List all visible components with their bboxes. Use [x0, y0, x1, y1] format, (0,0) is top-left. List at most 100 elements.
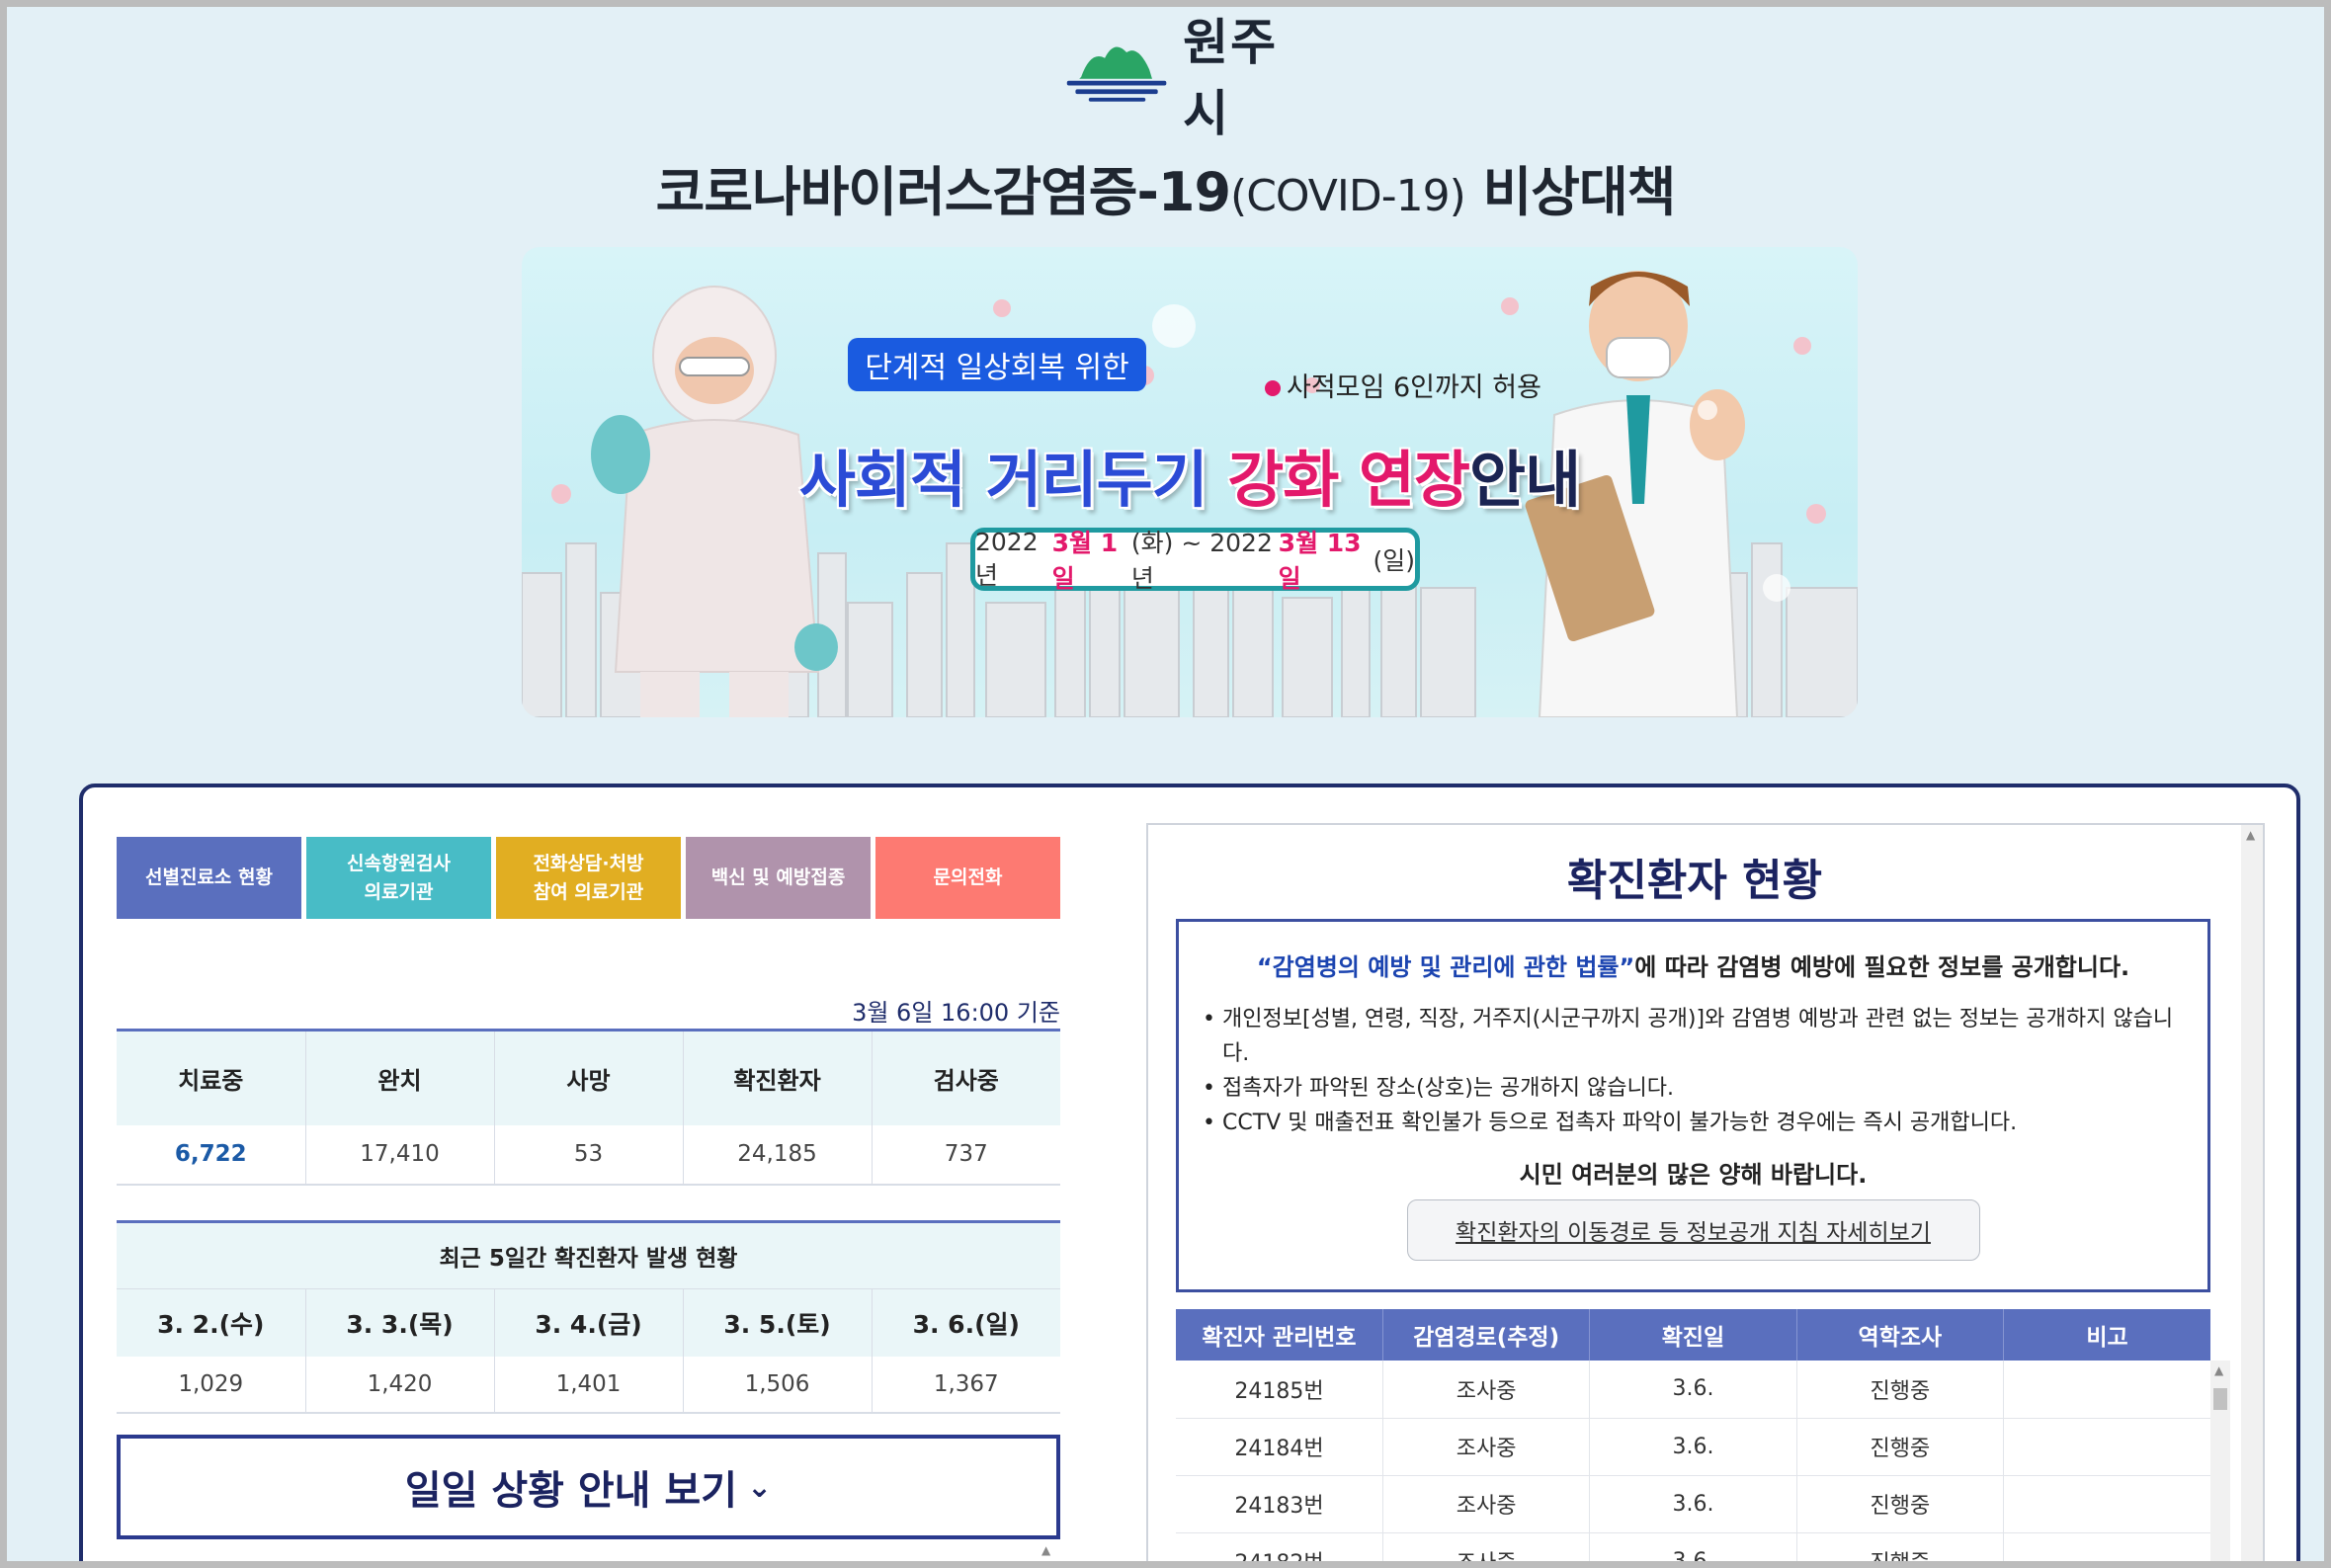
recent-value: 1,401: [494, 1356, 684, 1414]
header-in-treatment: 치료중: [117, 1030, 306, 1125]
pink-dot-icon: [1265, 380, 1281, 396]
header-recovered: 완치: [305, 1030, 495, 1125]
col-confirm-date: 확진일: [1589, 1309, 1797, 1361]
notice-item: CCTV 및 매출전표 확인불가 등으로 접촉자 파악이 불가능한 경우에는 즉…: [1203, 1106, 2184, 1140]
banner-dates: 2022년 3월 1일 (화) ~ 2022년 3월 13일 (일): [970, 527, 1420, 593]
headline-part-1: 사회적 거리두기: [798, 444, 1228, 516]
tab-phone-consult[interactable]: 전화상담·처방참여 의료기관: [496, 837, 681, 919]
notice-heading-rest: 에 따라 감염병 예방에 필요한 정보를 공개합니다.: [1634, 953, 2130, 981]
disclosure-notice: “감염병의 예방 및 관리에 관한 법률”에 따라 감염병 예방에 필요한 정보…: [1176, 919, 2210, 1292]
recent-date: 3. 2.(수): [117, 1288, 306, 1357]
col-infection-route: 감염경로(추정): [1382, 1309, 1591, 1361]
header-deaths: 사망: [494, 1030, 684, 1125]
table-row: 24182번 조사중 3.6. 진행중: [1176, 1532, 2210, 1568]
scroll-up-arrow-icon[interactable]: ▲: [1041, 1543, 1050, 1557]
date-part-3: (화) ~ 2022년: [1130, 529, 1273, 593]
tab-rapid-antigen[interactable]: 신속항원검사 의료기관: [306, 837, 491, 919]
case-epi: 진행중: [1796, 1418, 2005, 1476]
date-part-5: (일): [1373, 546, 1415, 575]
scroll-up-arrow-icon[interactable]: ▲: [2246, 828, 2255, 842]
case-number: 24184번: [1176, 1418, 1383, 1476]
recent-value: 1,367: [872, 1356, 1060, 1414]
recent-date: 3. 4.(금): [494, 1288, 684, 1357]
page-title: 코로나바이러스감염증-19(COVID-19) 비상대책: [0, 148, 2331, 226]
tab-screening-clinics[interactable]: 선별진료소 현황: [117, 837, 301, 919]
status-basis-time: 3월 6일 16:00 기준: [852, 999, 1060, 1027]
banner-note: 사적모임 6인까지 허용: [1265, 366, 1541, 404]
recent-caption: 최근 5일간 확진환자 발생 현황: [117, 1221, 1060, 1289]
title-main-2: 비상대책: [1464, 161, 1677, 223]
right-box-scrollbar[interactable]: [2241, 825, 2263, 1568]
header-confirmed: 확진환자: [683, 1030, 873, 1125]
quick-tabs: 선별진료소 현황 신속항원검사 의료기관 전화상담·처방참여 의료기관 백신 및 …: [117, 837, 1060, 919]
tab-label-line2: 참여 의료기관: [533, 880, 644, 903]
wonju-logo-icon: [1066, 46, 1167, 102]
value-recovered: 17,410: [305, 1124, 495, 1186]
title-sub: (COVID-19): [1230, 171, 1466, 221]
recent-date: 3. 3.(목): [305, 1288, 495, 1357]
col-remarks: 비고: [2003, 1309, 2210, 1361]
cases-table: 24185번 조사중 3.6. 진행중 24184번 조사중 3.6. 진행중 …: [1176, 1361, 2210, 1568]
value-confirmed: 24,185: [683, 1124, 873, 1186]
scroll-up-arrow-icon[interactable]: ▲: [2214, 1363, 2223, 1377]
header-testing: 검사중: [872, 1030, 1060, 1125]
tab-contact-phone[interactable]: 문의전화: [875, 837, 1060, 919]
value-deaths: 53: [494, 1124, 684, 1186]
recent-date: 3. 6.(일): [872, 1288, 1060, 1357]
tab-label-line2: 의료기관: [364, 880, 434, 903]
chevron-down-icon: ⌄: [747, 1469, 773, 1505]
recent-cases-table: 최근 5일간 확진환자 발생 현황 3. 2.(수) 3. 3.(목) 3. 4…: [117, 1220, 1060, 1414]
daily-status-button[interactable]: 일일 상황 안내 보기 ⌄: [117, 1435, 1060, 1539]
cases-table-header: 확진자 관리번호 감염경로(추정) 확진일 역학조사 비고: [1176, 1309, 2210, 1361]
date-part-2: 3월 1일: [1051, 529, 1119, 593]
banner-headline: 사회적 거리두기 강화 연장안내: [522, 430, 1858, 519]
cases-scrollbar-thumb[interactable]: [2213, 1388, 2227, 1410]
case-date: 3.6.: [1589, 1532, 1797, 1568]
notice-item: 접촉자가 파악된 장소(상호)는 공개하지 않습니다.: [1203, 1071, 2184, 1106]
case-route: 조사중: [1382, 1475, 1591, 1533]
table-row: 24185번 조사중 3.6. 진행중: [1176, 1361, 2210, 1419]
case-epi: 진행중: [1796, 1361, 2005, 1419]
title-main: 코로나바이러스감염증-19: [655, 161, 1231, 223]
case-route: 조사중: [1382, 1361, 1591, 1419]
distancing-banner[interactable]: 단계적 일상회복 위한 사적모임 6인까지 허용 사회적 거리두기 강화 연장안…: [522, 247, 1858, 717]
col-case-number: 확진자 관리번호: [1176, 1309, 1383, 1361]
recent-value: 1,029: [117, 1356, 306, 1414]
notice-heading: “감염병의 예방 및 관리에 관한 법률”에 따라 감염병 예방에 필요한 정보…: [1203, 948, 2184, 982]
case-number: 24182번: [1176, 1532, 1383, 1568]
case-route: 조사중: [1382, 1532, 1591, 1568]
recent-date: 3. 5.(토): [683, 1288, 873, 1357]
date-part-1: 2022년: [975, 527, 1039, 590]
case-epi: 진행중: [1796, 1475, 2005, 1533]
notice-list: 개인정보[성별, 연령, 직장, 거주지(시군구까지 공개)]와 감염병 예방과…: [1203, 1002, 2184, 1140]
tab-vaccination[interactable]: 백신 및 예방접종: [686, 837, 871, 919]
headline-part-3: 안내: [1469, 444, 1581, 516]
col-epidemiology: 역학조사: [1796, 1309, 2005, 1361]
case-route: 조사중: [1382, 1418, 1591, 1476]
table-row: 24184번 조사중 3.6. 진행중: [1176, 1418, 2210, 1476]
tab-label: 백신 및 예방접종: [710, 867, 846, 889]
disclosure-guide-button[interactable]: 확진환자의 이동경로 등 정보공개 지침 자세히보기: [1406, 1199, 1980, 1261]
tab-label: 문의전화: [933, 867, 1003, 889]
case-epi: 진행중: [1796, 1532, 2005, 1568]
case-remark: [2003, 1418, 2210, 1476]
cases-table-scroll-area[interactable]: 24185번 조사중 3.6. 진행중 24184번 조사중 3.6. 진행중 …: [1176, 1361, 2210, 1568]
notice-item: 개인정보[성별, 연령, 직장, 거주지(시군구까지 공개)]와 감염병 예방과…: [1203, 1002, 2184, 1071]
recent-value: 1,420: [305, 1356, 495, 1414]
tab-label: 전화상담·처방: [533, 853, 644, 874]
site-logo[interactable]: 원주시: [1062, 14, 1319, 142]
case-date: 3.6.: [1589, 1361, 1797, 1419]
case-remark: [2003, 1361, 2210, 1419]
confirmed-cases-title: 확진환자 현황: [1566, 856, 1823, 906]
case-number: 24183번: [1176, 1475, 1383, 1533]
value-in-treatment: 6,722: [117, 1124, 306, 1186]
banner-badge: 단계적 일상회복 위한: [848, 338, 1146, 391]
case-date: 3.6.: [1589, 1475, 1797, 1533]
case-date: 3.6.: [1589, 1418, 1797, 1476]
case-remark: [2003, 1532, 2210, 1568]
banner-note-text: 사적모임 6인까지 허용: [1287, 372, 1541, 403]
status-table: 치료중 완치 사망 확진환자 검사중 6,722 17,410 53 24,18…: [117, 1029, 1060, 1186]
cases-scrollbar[interactable]: [2210, 1361, 2230, 1568]
value-testing: 737: [872, 1124, 1060, 1186]
notice-footer: 시민 여러분의 많은 양해 바랍니다.: [1519, 1161, 1868, 1189]
